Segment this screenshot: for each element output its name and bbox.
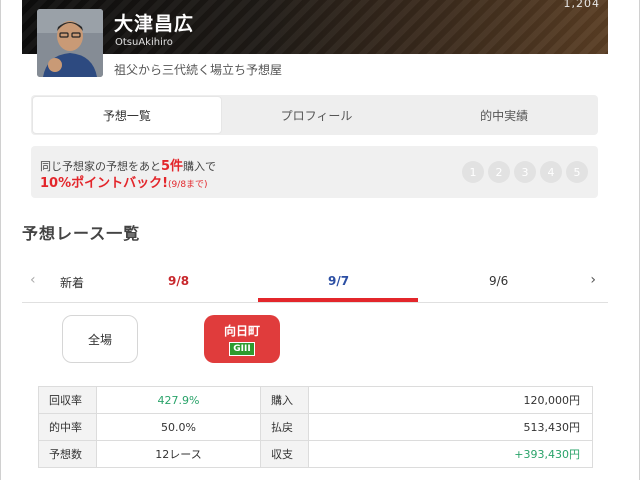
hit-rate-label: 的中率	[38, 413, 97, 441]
venue-mukomachi-button[interactable]: 向日町 GIII	[204, 315, 280, 363]
tab-hit-record[interactable]: 的中実績	[410, 95, 598, 135]
progress-step: 4	[540, 161, 562, 183]
avatar	[37, 9, 103, 77]
purchase-value: 120,000円	[308, 386, 593, 414]
table-row: 的中率 50.0% 払戻 513,430円	[38, 413, 593, 441]
section-title: 予想レース一覧	[22, 224, 141, 243]
campaign-offer-main: 10%ポイントバック!	[40, 176, 169, 191]
recovery-label: 回収率	[38, 386, 97, 414]
campaign-deadline: (9/8まで)	[168, 180, 208, 190]
payout-label: 払戻	[260, 413, 309, 441]
purchase-label: 購入	[260, 386, 309, 414]
grade-badge: GIII	[229, 342, 255, 356]
page: 1,204 大津昌広 OtsuAkihiro 祖父から三代続く場立ち予想屋 予想…	[0, 0, 640, 480]
prediction-count-label: 予想数	[38, 440, 97, 468]
balance-value: +393,430円	[308, 440, 593, 468]
point-back-campaign: 同じ予想家の予想をあと5件購入で 10%ポイントバック!(9/8まで) 1 2 …	[31, 146, 598, 198]
active-date-indicator	[258, 298, 418, 302]
banner-corner-text: 1,204	[563, 0, 600, 10]
tab-predictions[interactable]: 予想一覧	[32, 96, 222, 134]
profile-banner: 1,204	[22, 0, 608, 54]
venue-all-button[interactable]: 全場	[62, 315, 138, 363]
table-row: 予想数 12レース 収支 +393,430円	[38, 440, 593, 468]
chevron-right-icon[interactable]: ›	[590, 272, 596, 288]
payout-value: 513,430円	[308, 413, 593, 441]
balance-label: 収支	[260, 440, 309, 468]
predictor-name-roman: OtsuAkihiro	[115, 37, 173, 48]
date-tab-9-6[interactable]: 9/6	[489, 274, 508, 288]
date-tab-9-8[interactable]: 9/8	[168, 274, 189, 288]
date-tab-9-7[interactable]: 9/7	[328, 274, 349, 288]
campaign-progress-steps: 1 2 3 4 5	[462, 161, 588, 183]
progress-step: 3	[514, 161, 536, 183]
venue-name: 向日町	[223, 324, 260, 338]
table-row: 回収率 427.9% 購入 120,000円	[38, 386, 593, 414]
recovery-value: 427.9%	[96, 386, 261, 414]
predictor-tagline: 祖父から三代続く場立ち予想屋	[114, 63, 283, 77]
profile-tabs: 予想一覧 プロフィール 的中実績	[31, 95, 598, 135]
prediction-count-value: 12レース	[96, 440, 261, 468]
campaign-offer: 10%ポイントバック!(9/8まで)	[40, 172, 208, 191]
hit-rate-value: 50.0%	[96, 413, 261, 441]
progress-step: 2	[488, 161, 510, 183]
progress-step: 5	[566, 161, 588, 183]
predictor-name: 大津昌広	[114, 13, 195, 35]
date-tabs: ‹ 新着 9/8 9/7 9/6 ›	[22, 266, 608, 303]
chevron-left-icon[interactable]: ‹	[30, 272, 36, 288]
progress-step: 1	[462, 161, 484, 183]
stats-table: 回収率 427.9% 購入 120,000円 的中率 50.0% 払戻 513,…	[38, 386, 593, 468]
date-tab-new[interactable]: 新着	[60, 274, 84, 291]
tab-profile[interactable]: プロフィール	[223, 95, 411, 135]
window-border-left	[0, 0, 1, 480]
